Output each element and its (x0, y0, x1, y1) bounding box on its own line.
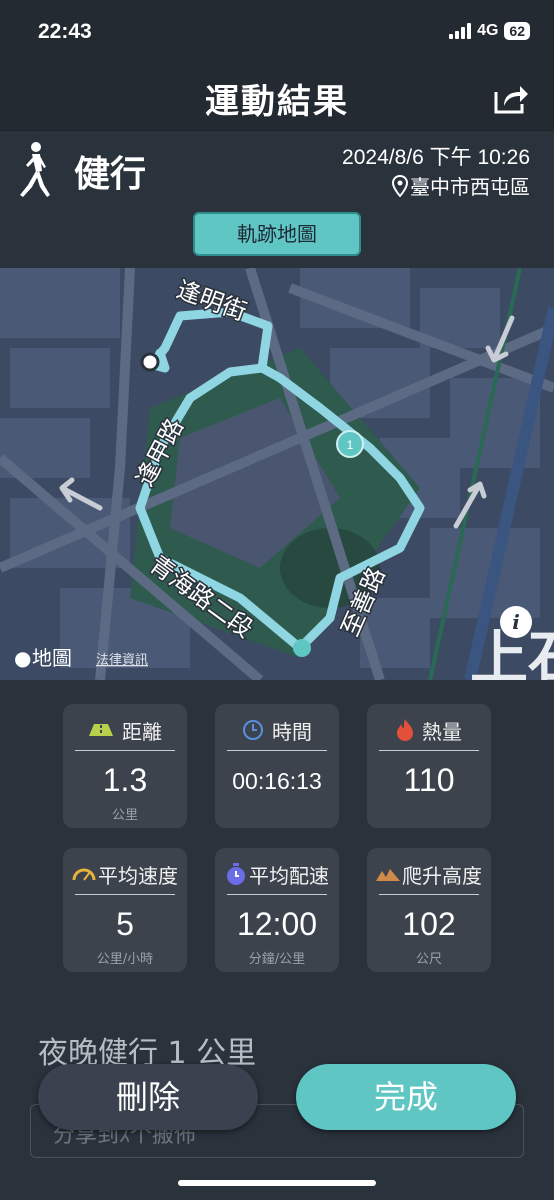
stat-card-calories: 熱量 110 (367, 704, 491, 828)
stat-label: 平均配速 (249, 863, 329, 888)
network-type: 4G (477, 22, 499, 39)
stat-card-elevation: 爬升高度 102 公尺 (367, 848, 491, 972)
stat-value: 5 (116, 906, 134, 942)
speedometer-icon (72, 868, 96, 881)
legal-link[interactable]: 法律資訊 (96, 653, 148, 668)
share-icon[interactable] (492, 78, 532, 118)
status-time: 22:43 (38, 20, 92, 43)
info-icon-glyph: i (512, 610, 520, 634)
stopwatch-icon (227, 863, 245, 885)
apple-logo-icon: ● (14, 646, 31, 670)
stat-card-avg-pace: 平均配速 12:00 分鐘/公里 (215, 848, 339, 972)
stat-label: 熱量 (422, 719, 462, 744)
route-map[interactable]: 1 逢明街 逢甲路 青海路二段 至善路 上石 i ● 地圖 法律資訊 (0, 268, 554, 680)
stat-value: 110 (403, 762, 455, 798)
page-title: 運動結果 (205, 82, 349, 122)
road-icon (89, 724, 113, 736)
mountain-icon (376, 869, 400, 881)
track-map-button[interactable]: 軌跡地圖 (193, 212, 361, 256)
location-text: 臺中市西屯區 (410, 175, 530, 199)
flame-icon (397, 719, 413, 741)
status-bar: 22:43 4G 62 (0, 0, 554, 68)
activity-datetime: 2024/8/6 下午 10:26 (342, 146, 530, 169)
stat-label: 平均速度 (98, 863, 178, 888)
signal-icon (449, 23, 472, 39)
done-button[interactable]: 完成 (296, 1064, 516, 1130)
activity-header: 健行 2024/8/6 下午 10:26 臺中市西屯區 (0, 130, 554, 210)
stat-value: 12:00 (236, 906, 318, 942)
location-pin-icon (392, 174, 408, 197)
stat-unit: 公里 (111, 808, 138, 823)
start-marker (140, 352, 160, 372)
stat-card-avg-speed: 平均速度 5 公里/小時 (63, 848, 187, 972)
stat-label: 距離 (122, 719, 162, 744)
activity-location: 臺中市西屯區 (392, 171, 530, 200)
stat-label: 爬升高度 (402, 863, 482, 888)
clock-icon (243, 720, 263, 740)
end-marker (293, 639, 311, 657)
stat-unit: 公尺 (415, 952, 442, 967)
stat-unit: 分鐘/公里 (248, 952, 306, 967)
nav-bar: 運動結果 (0, 68, 554, 130)
walker-icon (14, 141, 54, 199)
battery-icon: 62 (504, 22, 530, 40)
activity-name: 健行 (74, 154, 147, 195)
map-logo: 地圖 (32, 646, 72, 670)
direction-arrow-icon (453, 481, 487, 529)
stat-value: 102 (402, 906, 456, 942)
km-marker-label: 1 (347, 438, 354, 452)
stat-value: 1.3 (102, 762, 148, 798)
stat-label: 時間 (272, 719, 312, 744)
home-indicator (178, 1180, 376, 1186)
stat-card-distance: 距離 1.3 公里 (63, 704, 187, 828)
delete-button[interactable]: 刪除 (38, 1064, 258, 1130)
stat-unit: 公里/小時 (96, 952, 154, 967)
stat-card-time: 時間 00:16:13 (215, 704, 339, 828)
status-indicators: 4G 62 (449, 22, 530, 40)
stat-value: 00:16:13 (232, 768, 322, 794)
